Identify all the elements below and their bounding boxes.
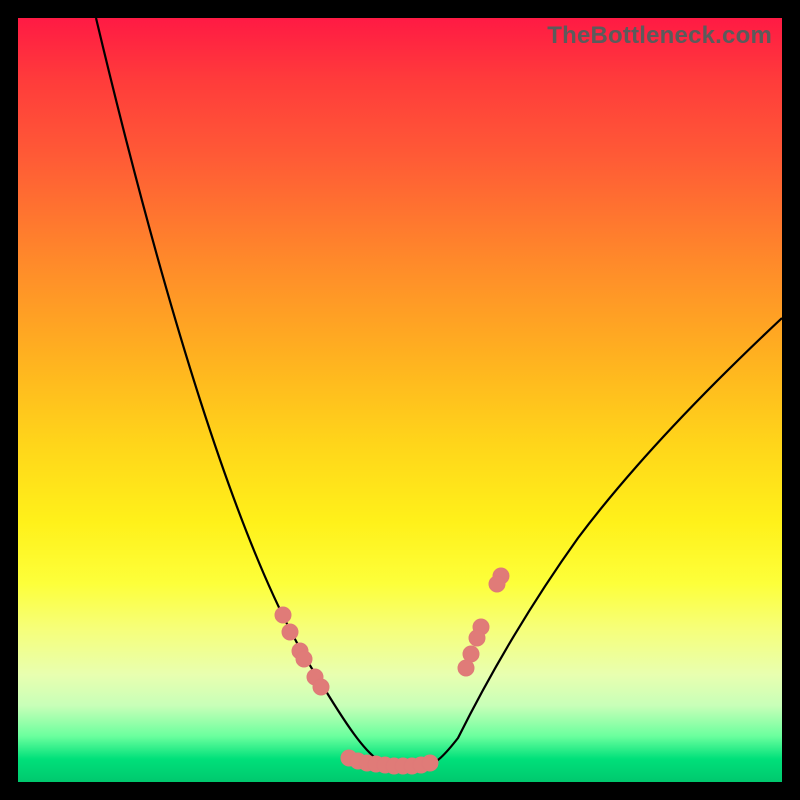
chart-container: TheBottleneck.com (0, 0, 800, 800)
marker-left-0 (275, 607, 291, 623)
plot-gradient-background: TheBottleneck.com (18, 18, 782, 782)
marker-bottom-9 (422, 755, 438, 771)
markers-left-group (275, 607, 329, 695)
marker-right-3 (469, 630, 485, 646)
marker-right-1 (489, 576, 505, 592)
markers-bottom-group (341, 750, 438, 774)
right-ascending-curve (428, 318, 782, 766)
marker-left-3 (296, 651, 312, 667)
chart-svg (18, 18, 782, 782)
marker-left-5 (313, 679, 329, 695)
marker-right-5 (458, 660, 474, 676)
marker-left-1 (282, 624, 298, 640)
left-descending-curve (96, 18, 378, 760)
markers-right-group (458, 568, 509, 676)
